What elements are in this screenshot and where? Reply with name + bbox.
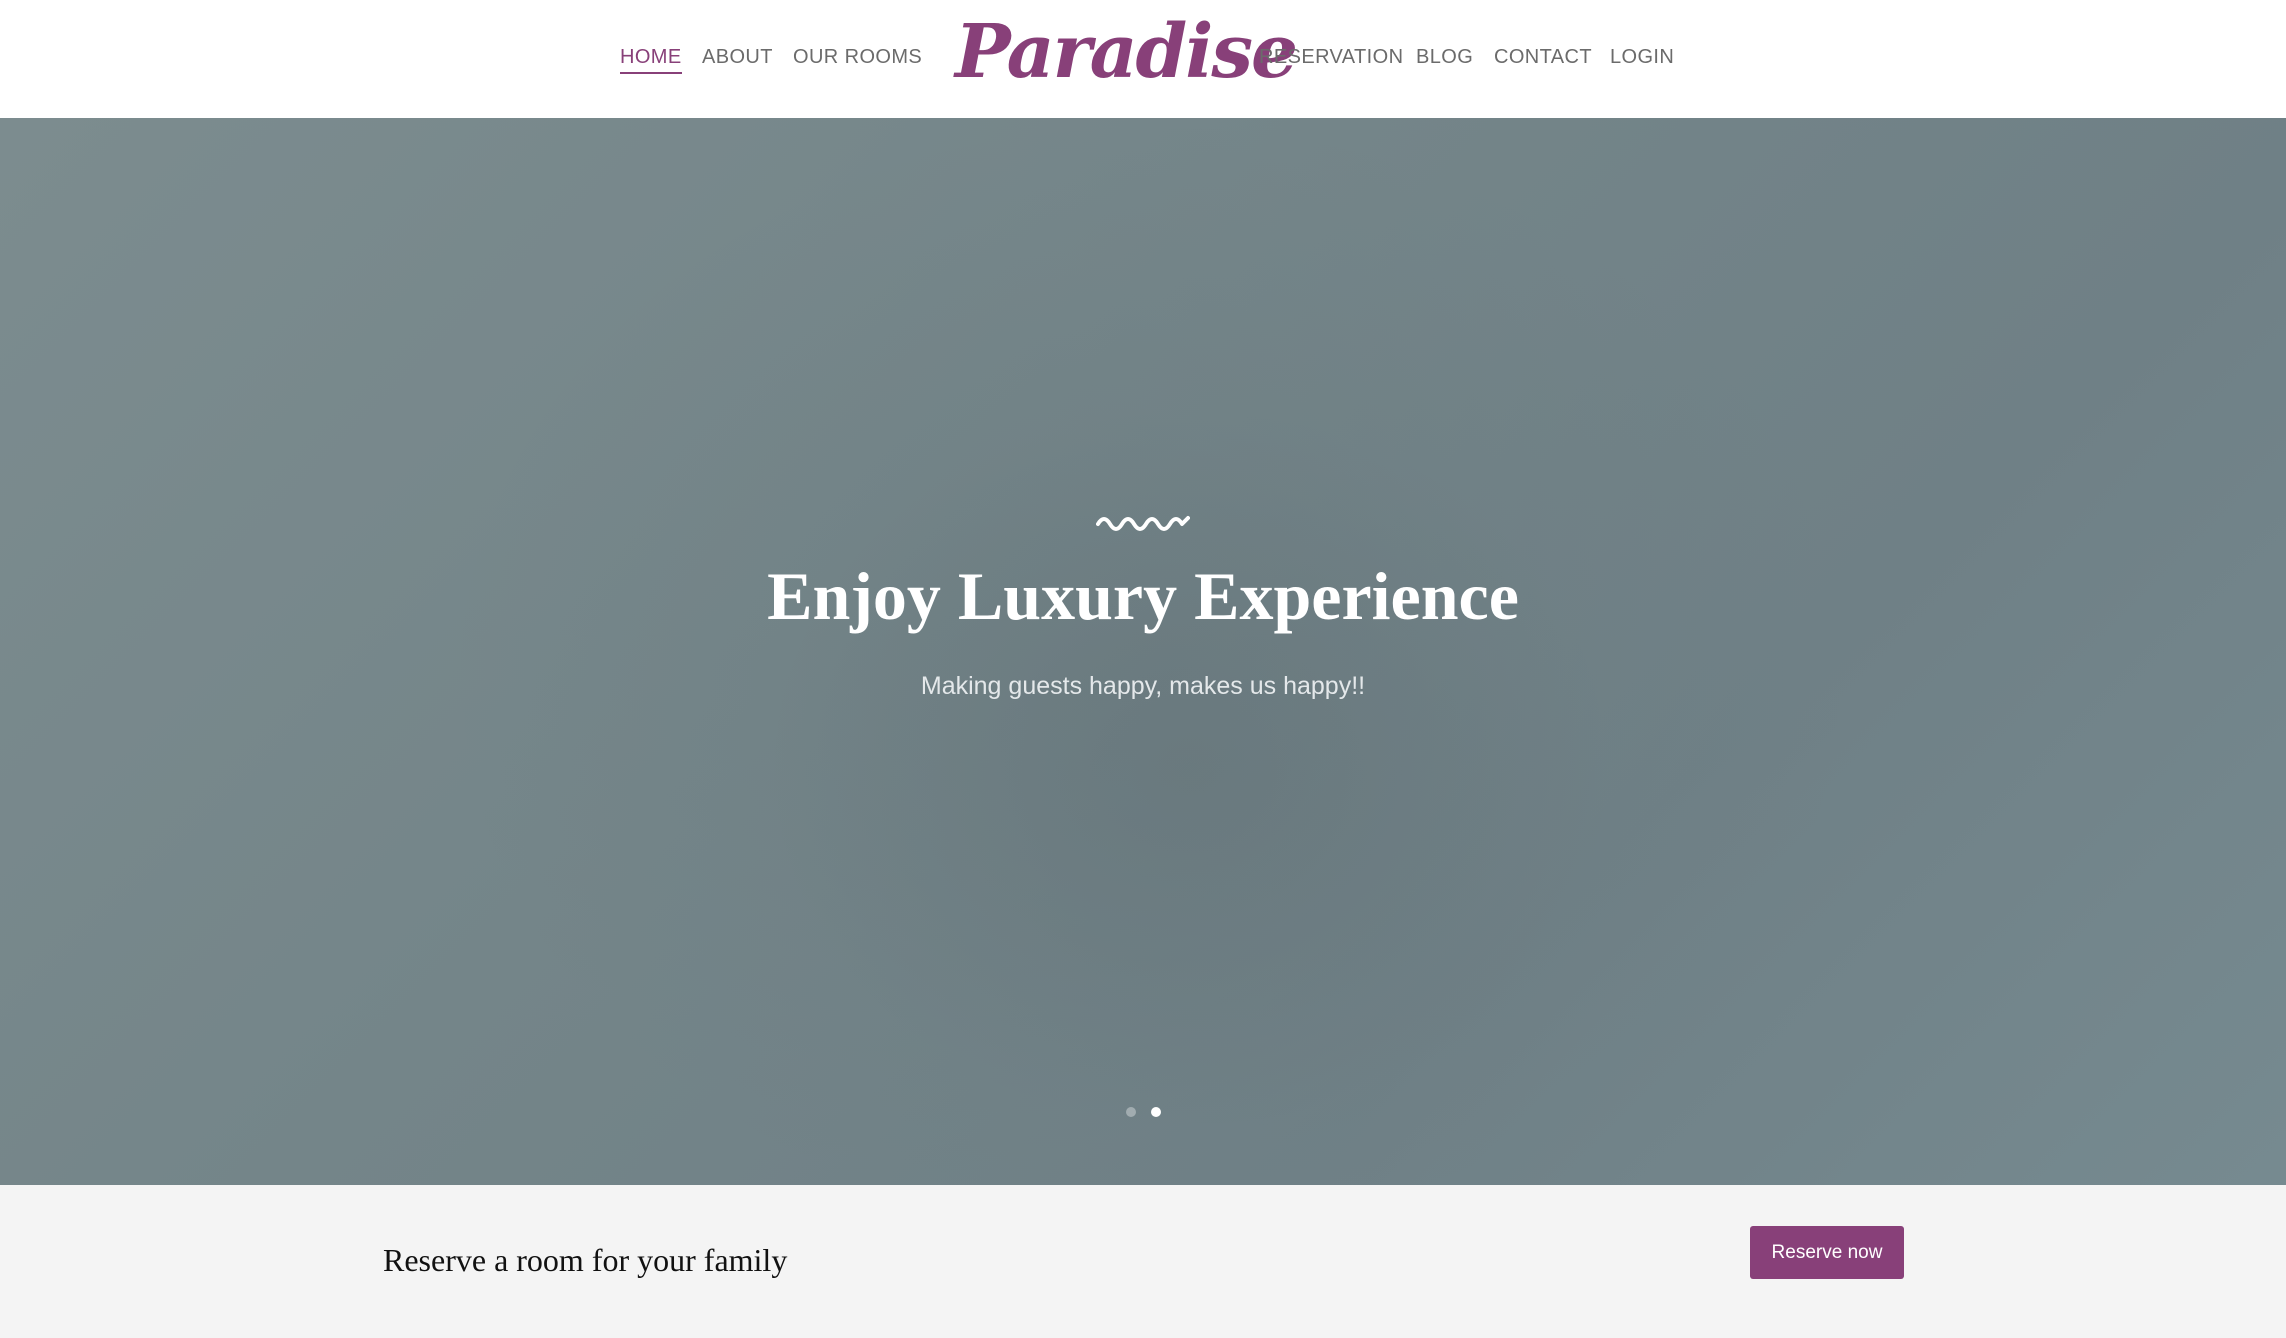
hero-title: Enjoy Luxury Experience — [767, 558, 1519, 634]
reserve-heading: Reserve a room for your family — [383, 1242, 788, 1278]
nav-contact[interactable]: CONTACT — [1494, 44, 1592, 70]
nav-reservation[interactable]: RESERVATION — [1259, 44, 1403, 70]
nav-home[interactable]: HOME — [620, 44, 682, 74]
slider-pagination — [1124, 1107, 1164, 1119]
reserve-now-button[interactable]: Reserve now — [1750, 1226, 1904, 1279]
hero-subtitle: Making guests happy, makes us happy!! — [920, 672, 1366, 700]
nav-about[interactable]: ABOUT — [702, 44, 773, 70]
wave-divider-icon — [1096, 516, 1190, 531]
reserve-strip: Reserve a room for your family Reserve n… — [0, 1185, 2286, 1338]
hero-slider: Enjoy Luxury Experience Making guests ha… — [0, 118, 2286, 1185]
slider-dot-2[interactable] — [1151, 1107, 1161, 1117]
nav-blog[interactable]: BLOG — [1416, 44, 1473, 70]
nav-login[interactable]: LOGIN — [1610, 44, 1674, 70]
slider-dot-1[interactable] — [1126, 1107, 1136, 1117]
site-header: HOME ABOUT OUR ROOMS Paradise RESERVATIO… — [0, 0, 2286, 118]
site-logo[interactable]: Paradise — [955, 4, 1298, 100]
nav-our-rooms[interactable]: OUR ROOMS — [793, 44, 922, 70]
